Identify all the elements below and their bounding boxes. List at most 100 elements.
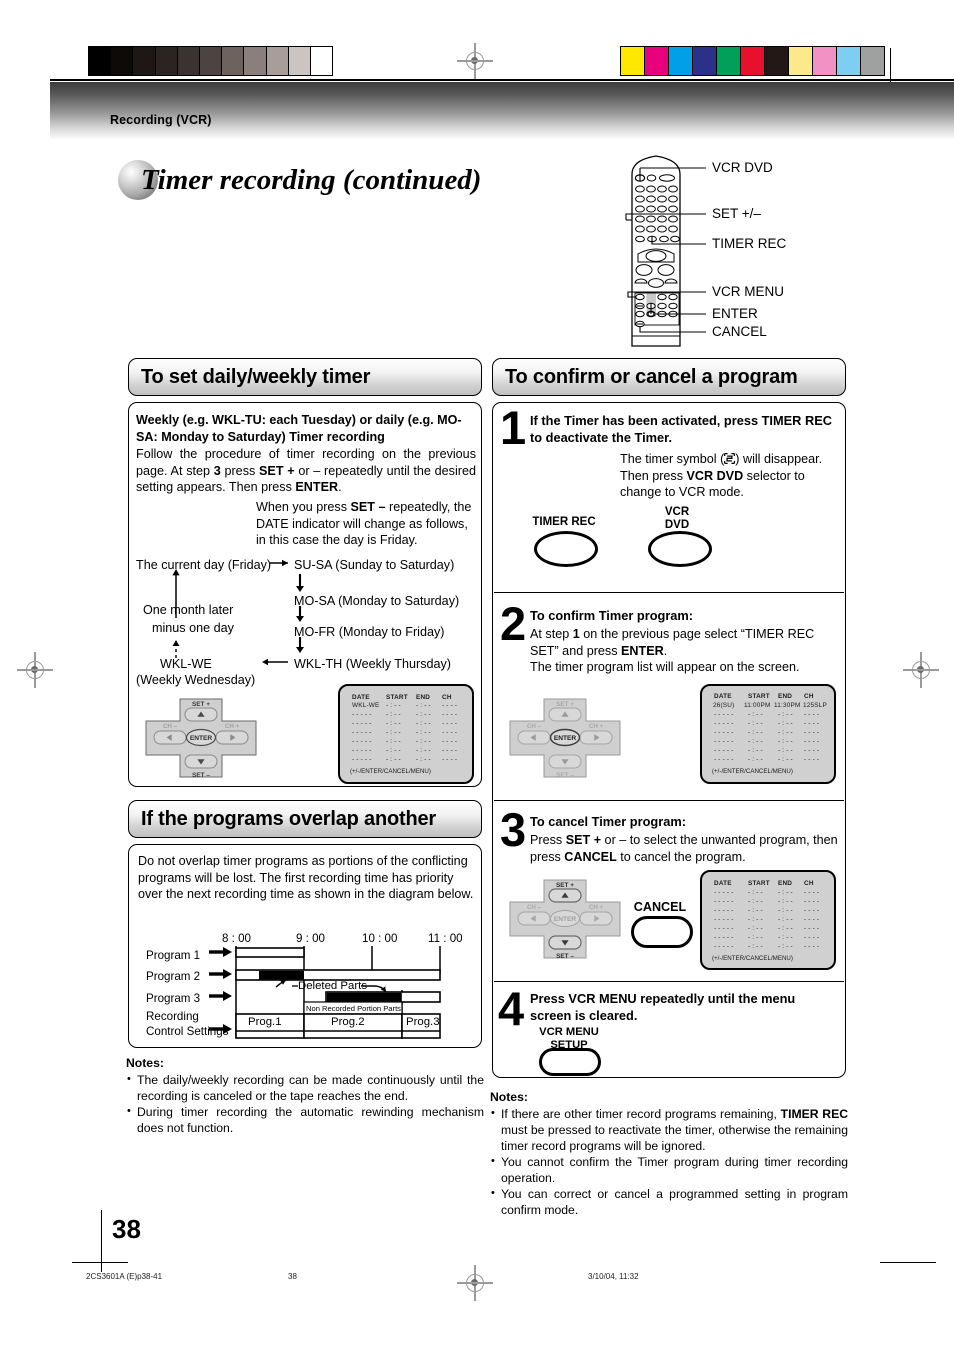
section-header-daily-weekly-timer-label: To set daily/weekly timer (141, 365, 371, 388)
indent-note-set: SET – (350, 500, 386, 514)
notes-left-item-1: The daily/weekly recording can be made c… (126, 1072, 484, 1105)
osd-step2-row6-ch: - - - - (804, 756, 820, 763)
registration-mark-bottom (457, 1265, 493, 1301)
osd-timer-list-step2: DATE START END CH 26(SU) 11:00PM 11:30PM… (700, 684, 836, 784)
osd-left-header-end: END (416, 694, 431, 701)
vcr-dvd-button[interactable] (648, 531, 712, 567)
osd-left-row5-start: - : - - (386, 747, 401, 754)
osd-step2-row3-end: - : - - (778, 729, 793, 736)
vcr-menu-label-line1: VCR MENU (539, 1026, 599, 1038)
calibration-swatch (265, 47, 288, 75)
osd-step3-row6-ch: - - - - (804, 943, 820, 950)
osd-step3-row5-ch: - - - - (804, 934, 820, 941)
step-number-2: 2 (500, 597, 527, 650)
color-calibration-bar (620, 46, 885, 76)
calibration-swatch (740, 47, 764, 75)
osd-step3-header-date: DATE (714, 880, 732, 887)
remote-control-illustration: VCR DVD SET +/– TIMER REC VCR MENU ENTER… (618, 150, 948, 350)
svg-text:SET –: SET – (556, 772, 574, 779)
daily-weekly-intro-bold: Weekly (e.g. WKL-TU: each Tuesday) or da… (136, 413, 462, 444)
osd-left-row0-end: - : - - (416, 702, 431, 709)
osd-step3-row0-ch: - - - - (804, 889, 820, 896)
step-1-body-part-1: The timer symbol ( (620, 452, 725, 466)
overlap-block-prog-1: Prog.1 (248, 1016, 282, 1028)
osd-left-header-start: START (386, 694, 408, 701)
osd-left-row6-date: - - - - - (352, 756, 372, 763)
svg-text:SET +: SET + (556, 701, 574, 708)
osd-step2-row1-ch: - - - - (804, 711, 820, 718)
calibration-swatch (243, 47, 266, 75)
timer-symbol-icon (724, 452, 736, 465)
overlap-annotation-non-recorded: Non Recorded Portion Parts (306, 1004, 401, 1013)
osd-left-row4-date: - - - - - (352, 738, 372, 745)
daily-weekly-indent-note: When you press SET – repeatedly, the DAT… (256, 499, 478, 549)
calibration-swatch (221, 47, 244, 75)
registration-mark-right (903, 652, 939, 688)
osd-step2-row4-date: - - - - - (714, 738, 734, 745)
osd-left-row6-ch: - - - - (442, 756, 458, 763)
calibration-swatch (716, 47, 740, 75)
osd-step3-row0-end: - : - - (778, 889, 793, 896)
osd-step3-header-ch: CH (804, 880, 814, 887)
timer-rec-button[interactable] (534, 531, 598, 567)
osd-step2-row3-start: - : - - (748, 729, 763, 736)
osd-step2-row1-end: - : - - (778, 711, 793, 718)
breadcrumb: Recording (VCR) (110, 113, 212, 127)
osd-step3-row5-end: - : - - (778, 934, 793, 941)
svg-text:CH –: CH – (527, 723, 542, 730)
osd-left-row2-date: - - - - - (352, 720, 372, 727)
osd-step2-header-end: END (778, 693, 793, 700)
osd-left-row6-end: - : - - (416, 756, 431, 763)
calibration-swatch (668, 47, 692, 75)
calibration-swatch (154, 47, 177, 75)
osd-step3-row3-ch: - - - - (804, 916, 820, 923)
intro-body-set: SET + (259, 463, 295, 478)
step-2-heading: To confirm Timer program: (530, 608, 694, 623)
osd-step3-row3-date: - - - - - (714, 916, 734, 923)
osd-step2-program-date: 26(SU) (713, 702, 735, 709)
notes-left-title: Notes: (126, 1056, 164, 1070)
osd-step2-row5-end: - : - - (778, 747, 793, 754)
vcr-menu-setup-button[interactable] (539, 1048, 601, 1076)
osd-step3-row1-end: - : - - (778, 898, 793, 905)
osd-step3-row5-start: - : - - (748, 934, 763, 941)
vcr-dvd-label-line1: VCR (664, 506, 690, 518)
page-title-group: Timer recording (continued) (118, 160, 481, 200)
step-number-1: 1 (500, 401, 527, 454)
cancel-button[interactable] (631, 916, 693, 948)
osd-left-row2-ch: - - - - (442, 720, 458, 727)
osd-step2-row1-date: - - - - - (714, 711, 734, 718)
step-number-4: 4 (498, 982, 525, 1035)
calibration-swatch (309, 47, 333, 75)
cancel-button-label: CANCEL (633, 900, 687, 914)
document-page: Recording (VCR) Timer recording (continu… (0, 0, 954, 1351)
svg-text:SET –: SET – (556, 953, 574, 960)
osd-step3-row3-end: - : - - (778, 916, 793, 923)
step-2-body-part-1: At step (530, 627, 573, 641)
svg-text:SET –: SET – (192, 772, 210, 779)
osd-step2-program-ch: 125SLP (803, 702, 827, 709)
osd-step3-footer: (+/-/ENTER/CANCEL/MENU) (712, 955, 793, 962)
overlap-block-prog-2: Prog.2 (331, 1016, 365, 1028)
step-2-body-step: 1 (572, 627, 580, 641)
osd-step3-row6-start: - : - - (748, 943, 763, 950)
notes-right-item-2: You cannot confirm the Timer program dur… (490, 1154, 848, 1187)
notes-left: Notes: The daily/weekly recording can be… (126, 1056, 484, 1137)
section-header-confirm-cancel-label: To confirm or cancel a program (505, 365, 798, 388)
footer-page-marker: 38 (288, 1272, 297, 1281)
calibration-swatch (176, 47, 199, 75)
page-number-rule (101, 1210, 103, 1272)
step-divider-1 (494, 592, 844, 594)
osd-left-row4-end: - : - - (416, 738, 431, 745)
osd-left-row4-start: - : - - (386, 738, 401, 745)
osd-left-header-date: DATE (352, 694, 370, 701)
svg-text:CH +: CH + (589, 904, 604, 911)
osd-step3-row2-ch: - - - - (804, 907, 820, 914)
osd-left-row1-date: - - - - - (352, 711, 372, 718)
dpad-illustration-step2: SET + SET – CH – CH + ENTER (509, 698, 621, 779)
notes-right-item-1-post: must be pressed to reactivate the timer,… (501, 1122, 848, 1153)
registration-mark-left (17, 652, 53, 688)
intro-body-part-2: press (220, 463, 260, 478)
osd-step2-row2-start: - : - - (748, 720, 763, 727)
osd-left-row3-start: - : - - (386, 729, 401, 736)
